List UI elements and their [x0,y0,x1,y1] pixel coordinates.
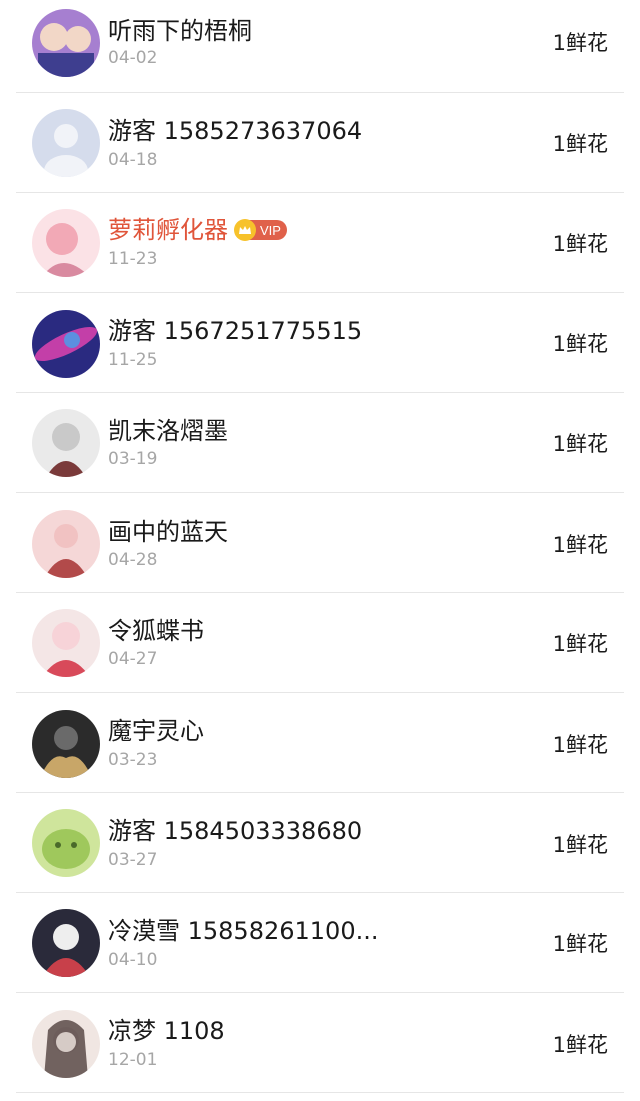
avatar[interactable] [32,909,100,977]
list-item[interactable]: 游客 1567251775515 11-25 1鲜花 [0,293,640,393]
list-item[interactable]: 魔宇灵心 03-23 1鲜花 [0,693,640,793]
list-item[interactable]: 凉梦 1108 12-01 1鲜花 [0,993,640,1093]
crown-icon [234,219,256,241]
gift-count: 1鲜花 [552,31,608,55]
avatar[interactable] [32,409,100,477]
list-item[interactable]: 冷漠雪 15858261100... 04-10 1鲜花 [0,893,640,993]
avatar[interactable] [32,1010,100,1078]
date-label: 04-10 [108,950,158,970]
gift-count: 1鲜花 [552,232,608,256]
username[interactable]: 凯末洛熠墨 [108,416,228,446]
username[interactable]: 冷漠雪 15858261100... [108,916,378,946]
date-label: 03-19 [108,449,158,469]
gift-count: 1鲜花 [552,632,608,656]
date-label: 11-23 [108,249,158,269]
date-label: 04-28 [108,550,158,570]
username[interactable]: 游客 1585273637064 [108,116,362,146]
divider [16,1092,624,1093]
date-label: 03-23 [108,750,158,770]
avatar[interactable] [32,109,100,177]
date-label: 12-01 [108,1050,158,1070]
list-item[interactable]: 萝莉孵化器 VIP 11-23 1鲜花 [0,193,640,293]
avatar[interactable] [32,9,100,77]
username[interactable]: 魔宇灵心 [108,716,204,746]
gift-count: 1鲜花 [552,432,608,456]
date-label: 03-27 [108,850,158,870]
gift-count: 1鲜花 [552,132,608,156]
date-label: 04-02 [108,48,158,68]
gift-count: 1鲜花 [552,533,608,557]
avatar[interactable] [32,310,100,378]
username[interactable]: 画中的蓝天 [108,517,228,547]
gift-count: 1鲜花 [552,833,608,857]
date-label: 04-27 [108,649,158,669]
gift-count: 1鲜花 [552,733,608,757]
avatar[interactable] [32,809,100,877]
gift-count: 1鲜花 [552,332,608,356]
avatar[interactable] [32,609,100,677]
username[interactable]: 游客 1584503338680 [108,816,362,846]
username[interactable]: 令狐蝶书 [108,616,204,646]
date-label: 04-18 [108,150,158,170]
username[interactable]: 听雨下的梧桐 [108,16,252,46]
avatar[interactable] [32,209,100,277]
list-item[interactable]: 听雨下的梧桐 04-02 1鲜花 [0,0,640,93]
list-item[interactable]: 画中的蓝天 04-28 1鲜花 [0,493,640,593]
vip-label: VIP [260,222,281,238]
vip-badge: VIP [234,219,287,241]
list-item[interactable]: 凯末洛熠墨 03-19 1鲜花 [0,393,640,493]
list-item[interactable]: 游客 1584503338680 03-27 1鲜花 [0,793,640,893]
flower-gift-list: 听雨下的梧桐 04-02 1鲜花 游客 1585273637064 04-18 … [0,0,640,1093]
avatar[interactable] [32,510,100,578]
date-label: 11-25 [108,350,158,370]
list-item[interactable]: 游客 1585273637064 04-18 1鲜花 [0,93,640,193]
username[interactable]: 凉梦 1108 [108,1016,225,1046]
gift-count: 1鲜花 [552,1033,608,1057]
gift-count: 1鲜花 [552,932,608,956]
list-item[interactable]: 令狐蝶书 04-27 1鲜花 [0,593,640,693]
username[interactable]: 萝莉孵化器 [108,215,228,245]
avatar[interactable] [32,710,100,778]
username[interactable]: 游客 1567251775515 [108,316,362,346]
